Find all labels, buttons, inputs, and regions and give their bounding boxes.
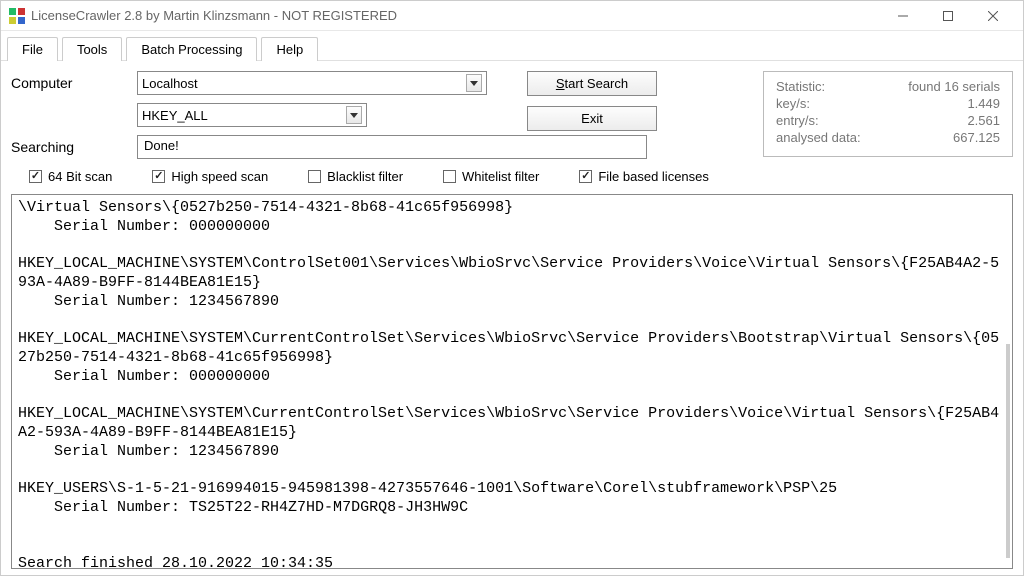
stat-entry-label: entry/s: xyxy=(776,113,819,128)
statistics-panel: Statistic: found 16 serials key/s: 1.449… xyxy=(763,71,1013,157)
dropdown-arrow-icon xyxy=(466,74,482,92)
search-status-field: Done! xyxy=(137,135,647,159)
titlebar: LicenseCrawler 2.8 by Martin Klinzsmann … xyxy=(1,1,1023,31)
close-button[interactable] xyxy=(970,1,1015,30)
start-search-button[interactable]: Start Search xyxy=(527,71,657,96)
content-area: Computer Localhost HKEY_ALL Searching Do… xyxy=(1,61,1023,575)
check-filebased[interactable]: File based licenses xyxy=(579,169,709,184)
searching-label: Searching xyxy=(11,139,131,155)
results-textarea[interactable]: \Virtual Sensors\{0527b250-7514-4321-8b6… xyxy=(11,194,1013,569)
top-controls: Computer Localhost HKEY_ALL Searching Do… xyxy=(11,71,1013,159)
minimize-button[interactable] xyxy=(880,1,925,30)
check-blacklist[interactable]: Blacklist filter xyxy=(308,169,403,184)
dropdown-arrow-icon xyxy=(346,106,362,124)
stat-key-value: 1.449 xyxy=(967,96,1000,111)
action-buttons: Start Search Exit xyxy=(527,71,657,131)
checkbox-icon xyxy=(579,170,592,183)
window-controls xyxy=(880,1,1015,30)
stat-analysed-value: 667.125 xyxy=(953,130,1000,145)
window-title: LicenseCrawler 2.8 by Martin Klinzsmann … xyxy=(31,8,880,23)
stat-found: found 16 serials xyxy=(908,79,1000,94)
stat-title: Statistic: xyxy=(776,79,825,94)
maximize-button[interactable] xyxy=(925,1,970,30)
checkbox-icon xyxy=(443,170,456,183)
check-highspeed[interactable]: High speed scan xyxy=(152,169,268,184)
left-column: Computer Localhost HKEY_ALL Searching Do… xyxy=(11,71,487,159)
stat-analysed-label: analysed data: xyxy=(776,130,861,145)
computer-combo-value: Localhost xyxy=(142,76,198,91)
menu-help[interactable]: Help xyxy=(261,37,318,61)
checkbox-icon xyxy=(29,170,42,183)
computer-label: Computer xyxy=(11,75,131,91)
scrollbar[interactable] xyxy=(1006,344,1010,558)
check-whitelist[interactable]: Whitelist filter xyxy=(443,169,539,184)
computer-combo[interactable]: Localhost xyxy=(137,71,487,95)
checkbox-icon xyxy=(152,170,165,183)
hive-combo[interactable]: HKEY_ALL xyxy=(137,103,367,127)
menubar: File Tools Batch Processing Help xyxy=(1,31,1023,61)
app-icon xyxy=(9,8,25,24)
menu-file[interactable]: File xyxy=(7,37,58,61)
hive-combo-value: HKEY_ALL xyxy=(142,108,208,123)
menu-batch[interactable]: Batch Processing xyxy=(126,37,257,61)
checkbox-icon xyxy=(308,170,321,183)
menu-tools[interactable]: Tools xyxy=(62,37,122,61)
check-64bit[interactable]: 64 Bit scan xyxy=(29,169,112,184)
app-window: LicenseCrawler 2.8 by Martin Klinzsmann … xyxy=(0,0,1024,576)
stat-key-label: key/s: xyxy=(776,96,810,111)
options-row: 64 Bit scan High speed scan Blacklist fi… xyxy=(11,167,1013,186)
exit-button[interactable]: Exit xyxy=(527,106,657,131)
stat-entry-value: 2.561 xyxy=(967,113,1000,128)
results-text: \Virtual Sensors\{0527b250-7514-4321-8b6… xyxy=(18,199,999,569)
